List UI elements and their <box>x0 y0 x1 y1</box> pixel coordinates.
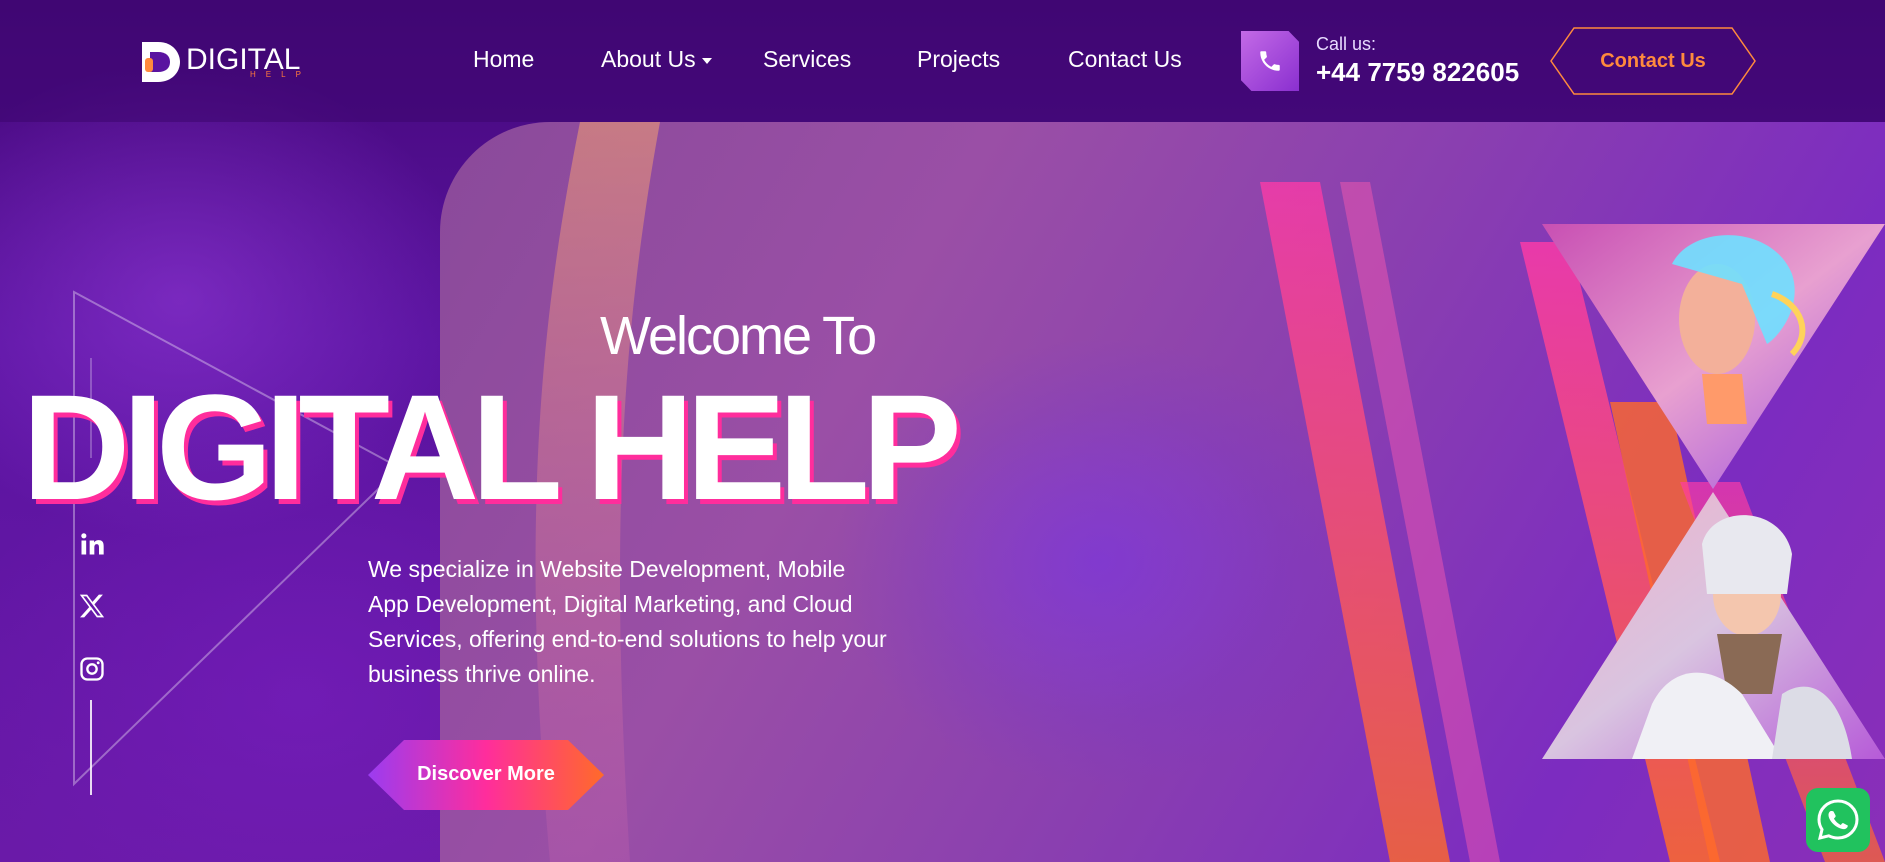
nav-contact-us[interactable]: Contact Us <box>1068 46 1182 73</box>
linkedin-link[interactable] <box>78 530 106 558</box>
linkedin-icon <box>81 533 104 555</box>
site-header: DIGITAL HELP Home About Us Services Proj… <box>0 0 1885 122</box>
header-contact-button[interactable]: Contact Us <box>1550 27 1756 95</box>
nav-about-us[interactable]: About Us <box>601 46 712 73</box>
whatsapp-icon <box>1817 799 1859 841</box>
decorative-line <box>90 700 92 795</box>
call-label: Call us: <box>1316 34 1377 54</box>
phone-icon <box>1260 51 1280 71</box>
phone-icon-box[interactable] <box>1241 31 1299 91</box>
logo[interactable]: DIGITAL HELP <box>138 40 301 84</box>
hero-title: DIGITAL HELP <box>22 363 962 531</box>
nav-home[interactable]: Home <box>473 46 534 73</box>
logo-subtitle: HELP <box>250 70 311 79</box>
x-icon <box>79 594 105 618</box>
chevron-down-icon <box>701 57 712 64</box>
robot-illustration <box>1542 224 1885 759</box>
discover-more-button[interactable]: Discover More <box>368 740 604 810</box>
nav-projects[interactable]: Projects <box>917 46 1000 73</box>
discover-more-label: Discover More <box>417 763 555 785</box>
instagram-link[interactable] <box>78 655 106 683</box>
hero-description: We specialize in Website Development, Mo… <box>368 556 887 687</box>
instagram-icon <box>80 657 104 681</box>
header-contact-button-label: Contact Us <box>1600 50 1706 72</box>
x-link[interactable] <box>78 592 106 620</box>
nav-services[interactable]: Services <box>763 46 851 73</box>
logo-mark-icon <box>142 42 180 82</box>
nav-about-us-label: About Us <box>601 46 696 72</box>
hero-welcome: Welcome To <box>600 306 877 366</box>
phone-number[interactable]: +44 7759 822605 <box>1316 57 1519 88</box>
whatsapp-button[interactable] <box>1806 788 1870 852</box>
